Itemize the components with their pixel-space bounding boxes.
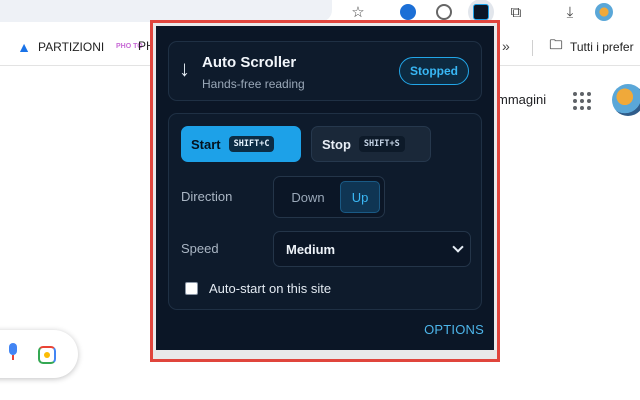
apps-grid-icon[interactable] <box>573 92 591 110</box>
down-arrow-icon: ↓ <box>179 56 190 81</box>
autostart-label[interactable]: Auto-start on this site <box>209 281 331 296</box>
options-link[interactable]: OPTIONS <box>424 322 484 337</box>
speed-label: Speed <box>181 241 219 256</box>
bookmarks-divider <box>532 40 533 56</box>
drive-icon: ▲ <box>17 39 31 55</box>
direction-label: Direction <box>181 189 233 204</box>
photo-icon: PHO TO <box>116 42 143 50</box>
download-icon[interactable]: ⤓ <box>560 2 580 22</box>
images-link[interactable]: mmagini <box>497 92 546 107</box>
bookmark-label: Tutti i prefer <box>570 40 634 54</box>
extensions-puzzle-icon[interactable]: ⧉ <box>506 2 526 22</box>
bookmark-tutti-i-preferiti[interactable]: 🗀 Tutti i prefer <box>548 37 634 55</box>
microphone-icon[interactable] <box>8 343 18 363</box>
stop-label: Stop <box>322 136 351 152</box>
direction-up-option[interactable]: Up <box>340 181 380 213</box>
popup-title: Auto Scroller <box>202 54 297 71</box>
popup-header: ↓ Auto Scroller Hands-free reading Stopp… <box>168 41 482 101</box>
direction-down-option[interactable]: Down <box>280 181 336 213</box>
account-avatar[interactable] <box>612 84 640 116</box>
auto-scroller-popup: ↓ Auto Scroller Hands-free reading Stopp… <box>156 26 494 350</box>
status-badge: Stopped <box>399 57 469 85</box>
bookmark-label: PARTIZIONI <box>38 40 105 54</box>
speed-select[interactable]: Medium <box>273 231 471 267</box>
chevron-down-icon <box>452 241 464 253</box>
bookmark-photo[interactable]: PHO TO PH <box>116 39 155 53</box>
folder-icon: 🗀 <box>549 37 563 52</box>
direction-toggle: Down Up <box>273 176 385 218</box>
star-icon[interactable]: ☆ <box>348 2 368 22</box>
google-lens-icon[interactable] <box>38 346 56 364</box>
extension-clock-icon[interactable] <box>398 2 418 22</box>
address-bar[interactable] <box>0 0 332 22</box>
start-shortcut: SHIFT+C <box>228 136 275 152</box>
extension-timer-icon[interactable] <box>434 2 454 22</box>
bookmarks-more-chevron[interactable]: » <box>502 38 510 54</box>
stop-button[interactable]: Stop SHIFT+S <box>311 126 431 162</box>
browser-window: ☆ ⧉ ⤓ ▲ PARTIZIONI PHO TO PH 🗀 Tutti i p… <box>0 0 640 400</box>
bookmark-partizioni[interactable]: ▲ PARTIZIONI <box>16 39 104 55</box>
autostart-checkbox[interactable] <box>185 282 198 295</box>
popup-subtitle: Hands-free reading <box>202 77 305 91</box>
profile-avatar[interactable] <box>594 2 614 22</box>
controls-card: Start SHIFT+C Stop SHIFT+S Direction Dow… <box>168 113 482 310</box>
start-label: Start <box>191 136 221 152</box>
stop-shortcut: SHIFT+S <box>358 136 405 152</box>
speed-value: Medium <box>286 241 336 257</box>
start-button[interactable]: Start SHIFT+C <box>181 126 301 162</box>
